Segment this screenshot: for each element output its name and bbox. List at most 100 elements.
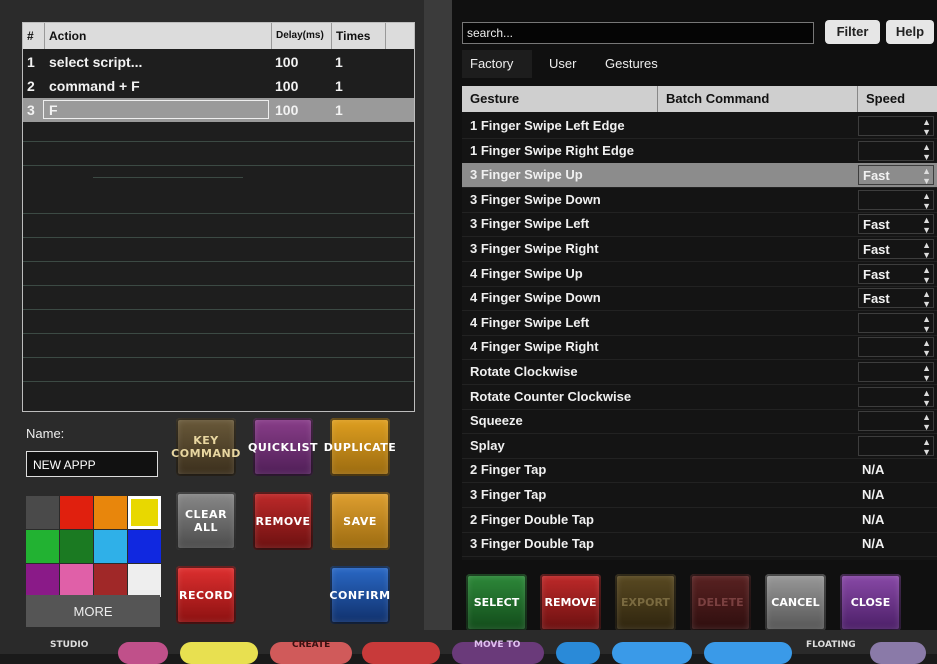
gesture-row[interactable]: 3 Finger Tap N/A (462, 483, 937, 508)
speed-select[interactable]: Fast ▲ ▼ (858, 165, 934, 186)
stepper-arrows-icon[interactable]: ▲ ▼ (922, 240, 931, 260)
speed-select[interactable]: ▲ ▼ (858, 337, 934, 358)
color-swatch[interactable] (94, 564, 127, 597)
gesture-row[interactable]: Rotate Clockwise ▲ ▼ (462, 360, 937, 385)
gesture-row[interactable]: Splay ▲ ▼ (462, 434, 937, 459)
gesture-row[interactable]: 3 Finger Double Tap N/A (462, 532, 937, 558)
gesture-row[interactable]: 3 Finger Swipe Down ▲ ▼ (462, 188, 937, 213)
dock-yellow-button[interactable] (180, 642, 258, 664)
stepper-arrows-icon[interactable]: ▲ ▼ (922, 215, 931, 235)
cancel-button[interactable]: CANCEL (765, 574, 826, 631)
speed-select[interactable]: ▲ ▼ (858, 312, 934, 334)
stepper-arrows-icon[interactable]: ▲ ▼ (922, 338, 931, 358)
gesture-row[interactable]: 1 Finger Swipe Right Edge ▲ ▼ (462, 139, 937, 164)
action-row[interactable]: 1 select script... 100 1 (23, 50, 414, 74)
color-swatch[interactable] (128, 530, 161, 563)
col-delay-header[interactable]: Delay(ms) (272, 23, 332, 49)
more-colors-button[interactable]: MORE (26, 595, 160, 627)
dock-purple-button[interactable] (870, 642, 926, 664)
stepper-arrows-icon[interactable]: ▲ ▼ (922, 314, 931, 334)
stepper-arrows-icon[interactable]: ▲ ▼ (922, 117, 931, 137)
col-gesture-header[interactable]: Gesture (462, 86, 658, 112)
key-command-button[interactable]: KEY COMMAND (171, 418, 240, 476)
confirm-button[interactable]: CONFIRM (329, 566, 390, 624)
duplicate-button[interactable]: DUPLICATE (324, 418, 396, 476)
stepper-arrows-icon[interactable]: ▲ ▼ (922, 142, 931, 162)
tab-factory[interactable]: Factory (462, 50, 532, 78)
stepper-arrows-icon[interactable]: ▲ ▼ (922, 289, 931, 309)
quicklist-button[interactable]: QUICKLIST (248, 418, 318, 476)
dock-blue-button-2[interactable] (612, 642, 692, 664)
gesture-row[interactable]: 4 Finger Swipe Up Fast ▲ ▼ (462, 262, 937, 287)
speed-select[interactable]: ▲ ▼ (858, 116, 934, 137)
gesture-row[interactable]: 3 Finger Swipe Up Fast ▲ ▼ (462, 163, 937, 189)
stepper-arrows-icon[interactable]: ▲ ▼ (922, 265, 931, 285)
col-times-header[interactable]: Times (332, 23, 386, 49)
clear-all-button[interactable]: CLEAR ALL (176, 492, 236, 550)
record-button[interactable]: RECORD (176, 566, 236, 624)
color-swatch[interactable] (128, 564, 161, 597)
speed-select[interactable]: Fast ▲ ▼ (858, 239, 934, 260)
name-input[interactable]: NEW APPP (26, 451, 158, 477)
col-speed-header[interactable]: Speed (858, 86, 937, 112)
gesture-row[interactable]: 2 Finger Tap N/A (462, 458, 937, 484)
color-swatch[interactable] (26, 564, 59, 597)
gesture-row[interactable]: 4 Finger Swipe Right ▲ ▼ (462, 335, 937, 361)
save-button[interactable]: SAVE (330, 492, 390, 550)
speed-select[interactable]: Fast ▲ ▼ (858, 288, 934, 309)
gesture-row[interactable]: 4 Finger Swipe Down Fast ▲ ▼ (462, 286, 937, 312)
color-swatch[interactable] (60, 530, 93, 563)
speed-select[interactable]: ▲ ▼ (858, 435, 934, 457)
col-batch-command-header[interactable]: Batch Command (658, 86, 858, 112)
color-swatch[interactable] (60, 496, 93, 529)
action-row[interactable]: 3 F 100 1 (23, 98, 414, 122)
stepper-arrows-icon[interactable]: ▲ ▼ (922, 412, 931, 432)
stepper-arrows-icon[interactable]: ▲ ▼ (922, 191, 931, 211)
tab-user[interactable]: User (549, 50, 576, 78)
gesture-row[interactable]: Rotate Counter Clockwise ▲ ▼ (462, 385, 937, 410)
export-button[interactable]: EXPORT (615, 574, 676, 631)
stepper-arrows-icon[interactable]: ▲ ▼ (922, 437, 931, 457)
color-swatch[interactable] (94, 496, 127, 529)
dock-floating-label[interactable]: FLOATING (806, 640, 856, 650)
stepper-arrows-icon[interactable]: ▲ ▼ (922, 363, 931, 383)
close-button[interactable]: CLOSE (840, 574, 901, 631)
stepper-arrows-icon[interactable]: ▲ ▼ (922, 388, 931, 408)
speed-select[interactable]: ▲ ▼ (858, 386, 934, 408)
dock-studio-label[interactable]: STUDIO (50, 640, 88, 650)
speed-select[interactable]: ▲ ▼ (858, 362, 934, 383)
dock-blue-button-3[interactable] (704, 642, 792, 664)
select-button[interactable]: SELECT (466, 574, 527, 631)
color-swatch[interactable] (128, 496, 161, 529)
delete-button[interactable]: DELETE (690, 574, 751, 631)
remove-gesture-button[interactable]: REMOVE (540, 574, 601, 631)
gesture-row[interactable]: Squeeze ▲ ▼ (462, 409, 937, 435)
stepper-arrows-icon[interactable]: ▲ ▼ (922, 166, 931, 186)
color-swatch[interactable] (60, 564, 93, 597)
dock-blue-button[interactable] (556, 642, 600, 664)
color-swatch[interactable] (94, 530, 127, 563)
gesture-row[interactable]: 4 Finger Swipe Left ▲ ▼ (462, 311, 937, 336)
dock-red-button[interactable] (362, 642, 440, 664)
gesture-row[interactable]: 3 Finger Swipe Left Fast ▲ ▼ (462, 212, 937, 238)
help-button[interactable]: Help (886, 20, 934, 44)
col-action-header[interactable]: Action (45, 23, 272, 49)
color-swatch[interactable] (26, 496, 59, 529)
gesture-row[interactable]: 1 Finger Swipe Left Edge ▲ ▼ (462, 114, 937, 139)
remove-action-button[interactable]: REMOVE (253, 492, 313, 550)
gesture-row[interactable]: 2 Finger Double Tap N/A (462, 508, 937, 533)
speed-select[interactable]: ▲ ▼ (858, 411, 934, 432)
action-row[interactable]: 2 command + F 100 1 (23, 74, 414, 98)
speed-select[interactable]: Fast ▲ ▼ (858, 214, 934, 235)
filter-button[interactable]: Filter (825, 20, 880, 44)
action-edit-box[interactable] (43, 100, 269, 119)
color-swatch[interactable] (26, 530, 59, 563)
gesture-row[interactable]: 3 Finger Swipe Right Fast ▲ ▼ (462, 237, 937, 262)
tab-gestures[interactable]: Gestures (605, 50, 658, 78)
col-num-header[interactable]: # (23, 23, 45, 49)
speed-select[interactable]: Fast ▲ ▼ (858, 263, 934, 285)
dock-pink-button[interactable] (118, 642, 168, 664)
speed-select[interactable]: ▲ ▼ (858, 189, 934, 211)
speed-select[interactable]: ▲ ▼ (858, 140, 934, 162)
search-input[interactable]: search... (462, 22, 814, 44)
